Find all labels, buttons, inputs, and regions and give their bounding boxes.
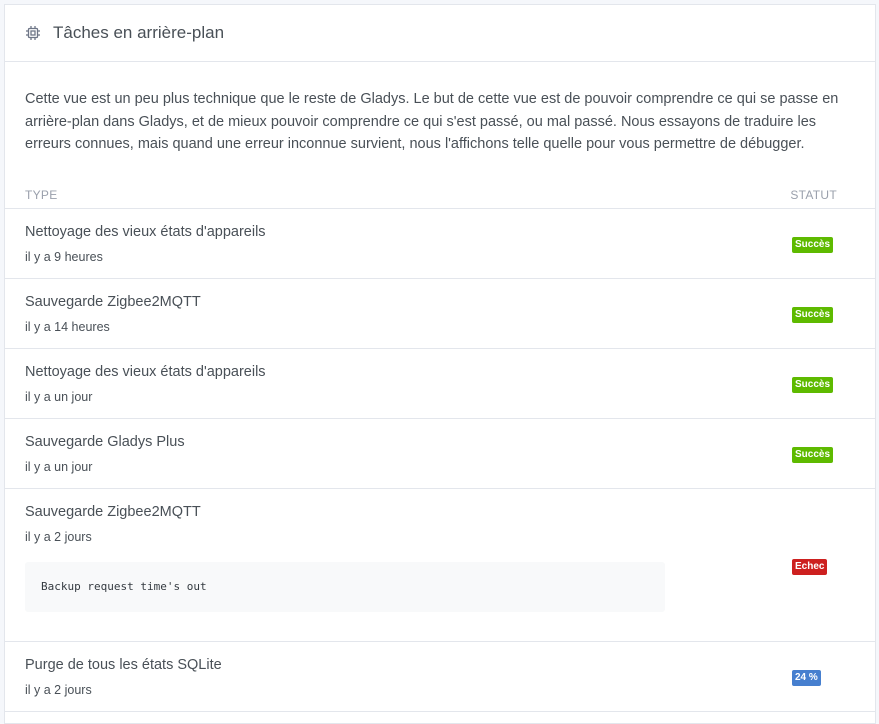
job-time: il y a un jour: [25, 460, 93, 474]
intro-text: Cette vue est un peu plus technique que …: [25, 91, 839, 152]
status-badge: Succès: [792, 307, 834, 323]
table-row: Nettoyage des vieux états d'appareils il…: [5, 349, 875, 419]
job-name: Nettoyage des vieux états d'appareils: [25, 224, 266, 240]
background-jobs-card: Tâches en arrière-plan Cette vue est un …: [4, 4, 876, 724]
column-header-status: STATUT: [790, 188, 837, 202]
status-badge: Echec: [792, 559, 828, 575]
table-row: Sauvegarde Zigbee2MQTT il y a 14 heures …: [5, 279, 875, 349]
job-name: Sauvegarde Zigbee2MQTT: [25, 294, 201, 310]
job-name: Purge de tous les états SQLite: [25, 657, 222, 673]
progress-badge: 24 %: [792, 670, 821, 686]
job-time: il y a 9 heures: [25, 250, 103, 264]
job-time: il y a un jour: [25, 390, 93, 404]
table-row: Nettoyage des vieux états d'appareils il…: [5, 209, 875, 279]
job-time: il y a 2 jours: [25, 530, 92, 544]
table-header: TYPE STATUT: [5, 182, 875, 209]
error-message: Backup request time's out: [25, 562, 665, 612]
job-name: Sauvegarde Gladys Plus: [25, 434, 185, 450]
card-header: Tâches en arrière-plan: [5, 5, 875, 62]
status-badge: Succès: [792, 447, 834, 463]
job-time: il y a 14 heures: [25, 320, 110, 334]
status-badge: Succès: [792, 377, 834, 393]
table-row: Sauvegarde Zigbee2MQTT il y a 2 jours Ba…: [5, 489, 875, 642]
job-name: Nettoyage des vieux états d'appareils: [25, 364, 266, 380]
job-time: il y a 2 jours: [25, 683, 92, 697]
table-row: Sauvegarde Gladys Plus il y a un jour Su…: [5, 419, 875, 489]
cpu-icon: [25, 25, 41, 41]
page-title: Tâches en arrière-plan: [53, 23, 225, 42]
job-name: Sauvegarde Zigbee2MQTT: [25, 504, 201, 520]
status-badge: Succès: [792, 237, 834, 253]
column-header-type: TYPE: [25, 188, 58, 202]
table-row: Purge de tous les états SQLite il y a 2 …: [5, 642, 875, 712]
